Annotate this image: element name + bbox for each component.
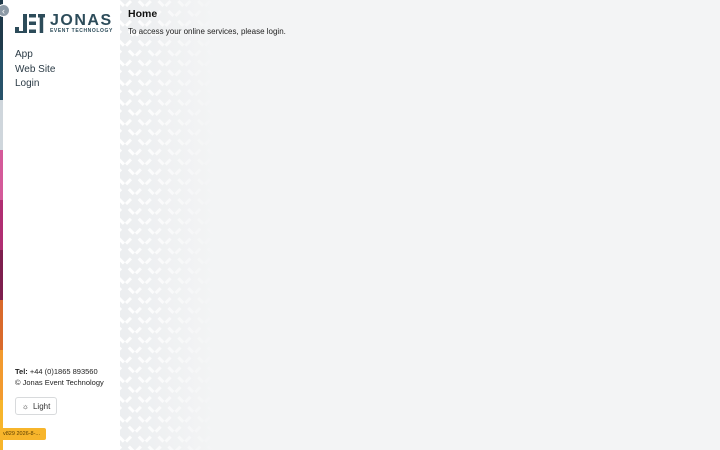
tel-label: Tel: bbox=[15, 367, 28, 376]
nav-item-app[interactable]: App bbox=[15, 48, 55, 63]
logo-name: JONAS bbox=[50, 12, 113, 29]
sidebar: JONAS EVENT TECHNOLOGY App Web Site Logi… bbox=[3, 0, 120, 450]
sun-icon: ☼ bbox=[21, 401, 29, 411]
sidebar-nav: App Web Site Login bbox=[15, 48, 55, 92]
theme-label: Light bbox=[32, 401, 51, 411]
copyright: © Jonas Event Technology bbox=[15, 378, 104, 387]
tel-value: +44 (0)1865 893560 bbox=[29, 367, 98, 376]
login-message: To access your online services, please l… bbox=[128, 27, 286, 36]
page-title: Home bbox=[128, 8, 158, 20]
logo-tagline: EVENT TECHNOLOGY bbox=[50, 28, 113, 34]
jonas-logo[interactable]: JONAS EVENT TECHNOLOGY bbox=[15, 13, 113, 34]
background-pattern bbox=[120, 0, 215, 450]
version-badge: v829 2026-8-... bbox=[0, 428, 46, 440]
nav-item-web-site[interactable]: Web Site bbox=[15, 63, 55, 78]
logo-mark-icon bbox=[15, 14, 45, 33]
theme-toggle-button[interactable]: ☼ Light bbox=[15, 397, 57, 415]
nav-item-login[interactable]: Login bbox=[15, 77, 55, 92]
main-content: Home To access your online services, ple… bbox=[120, 0, 720, 450]
contact-info: Tel: +44 (0)1865 893560 © Jonas Event Te… bbox=[15, 366, 104, 388]
